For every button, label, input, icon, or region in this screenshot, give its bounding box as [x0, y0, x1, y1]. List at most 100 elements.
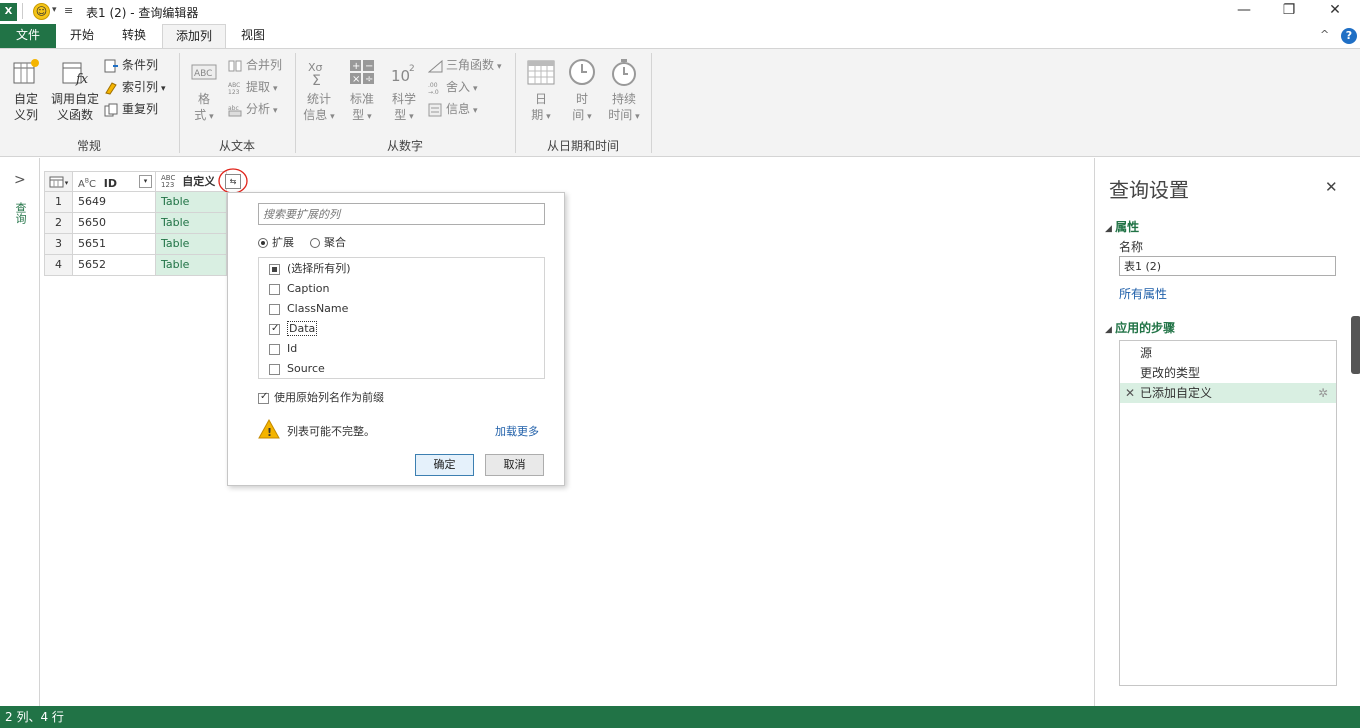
statistics-button[interactable]: Χσ Σ 统计 信息 ▾ [300, 57, 338, 125]
extract-button[interactable]: ABC 123 提取 ▾ [228, 77, 278, 97]
select-all-item[interactable]: (选择所有列) [269, 262, 351, 280]
expand-queries-icon[interactable]: > [14, 172, 26, 188]
row-number[interactable]: 2 [44, 213, 73, 234]
duration-label-1: 持续 [611, 92, 636, 106]
gear-icon[interactable]: ✲ [1318, 383, 1328, 403]
customize-qat-icon[interactable]: ≡ [64, 4, 73, 17]
parse-label: 分析 [246, 102, 271, 116]
time-button[interactable]: 时 间 ▾ [563, 57, 601, 125]
help-icon[interactable]: ? [1341, 28, 1357, 44]
properties-section-header[interactable]: ◢ 属性 [1105, 218, 1139, 235]
trigonometry-button[interactable]: 三角函数 ▾ [428, 55, 502, 75]
duplicate-column-icon [104, 103, 118, 116]
close-window-button[interactable]: ✕ [1320, 2, 1350, 18]
ribbon: 自定 义列 fx 调用自定 义函数 条件列 索引列 ▾ 重复列 常规 ABC 格 … [0, 48, 1360, 157]
cancel-button[interactable]: 取消 [485, 454, 544, 476]
svg-text:→.0: →.0 [428, 89, 439, 95]
calculator-icon: + −× ÷ [350, 60, 374, 85]
step-item-source[interactable]: 源 [1120, 343, 1336, 363]
cell-id[interactable]: 5651 [73, 234, 156, 255]
applied-steps-header-label: 应用的步骤 [1115, 321, 1176, 335]
parse-button[interactable]: abc 分析 ▾ [228, 99, 278, 119]
applied-steps-section-header[interactable]: ◢ 应用的步骤 [1105, 319, 1175, 336]
aggregate-radio-label: 聚合 [324, 236, 346, 249]
type-abc-icon: ABC [78, 178, 96, 191]
cell-table-link[interactable]: Table [156, 234, 227, 255]
date-button[interactable]: 日 期 ▾ [522, 57, 560, 125]
format-abc-icon: ABC [191, 64, 217, 80]
column-option-item[interactable]: Source [269, 362, 325, 380]
conditional-column-button[interactable]: 条件列 [104, 55, 158, 75]
rounding-button[interactable]: .00 →.0 舍入 ▾ [428, 77, 478, 97]
tab-file[interactable]: 文件 [0, 24, 56, 48]
divider [22, 3, 23, 19]
restore-button[interactable]: ❐ [1274, 2, 1304, 18]
cell-id[interactable]: 5650 [73, 213, 156, 234]
invoke-custom-function-button[interactable]: fx 调用自定 义函数 [48, 57, 102, 123]
column-option-item[interactable]: Caption [269, 282, 329, 300]
table-corner-menu[interactable]: ▾ [44, 171, 73, 192]
query-name-input[interactable] [1119, 256, 1336, 276]
group-label-from-text: 从文本 [218, 139, 255, 153]
applied-steps-list: 源 更改的类型 ✕ 已添加自定义 ✲ [1119, 340, 1337, 686]
duration-button[interactable]: 持续 时间 ▾ [604, 57, 644, 125]
row-number[interactable]: 1 [44, 192, 73, 213]
row-number[interactable]: 4 [44, 255, 73, 276]
collapse-ribbon-icon[interactable]: ^ [1320, 28, 1329, 41]
row-number[interactable]: 3 [44, 234, 73, 255]
column-option-item[interactable]: ClassName [269, 302, 348, 320]
svg-text:.00: .00 [428, 82, 438, 89]
chevron-down-icon[interactable]: ▾ [52, 5, 57, 15]
delete-step-icon[interactable]: ✕ [1125, 383, 1135, 403]
cell-table-link[interactable]: Table [156, 255, 227, 276]
cell-id[interactable]: 5649 [73, 192, 156, 213]
prefix-option[interactable]: ✓ 使用原始列名作为前缀 [258, 389, 384, 405]
filter-dropdown-icon[interactable]: ▾ [139, 175, 152, 188]
tab-home[interactable]: 开始 [58, 24, 106, 48]
tab-transform[interactable]: 转换 [110, 24, 158, 48]
queries-pane: > 查询 [0, 158, 40, 706]
scrollbar-thumb[interactable] [1351, 316, 1360, 374]
chevron-down-icon: ▾ [273, 106, 278, 116]
merge-columns-button[interactable]: 合并列 [228, 55, 282, 75]
minimize-button[interactable]: — [1229, 2, 1259, 18]
column-name-id: ID [103, 177, 118, 191]
duplicate-column-button[interactable]: 重复列 [104, 99, 158, 119]
svg-text:Σ: Σ [312, 73, 321, 87]
custom-column-button[interactable]: 自定 义列 [8, 57, 44, 123]
time-label-1: 时 [575, 92, 588, 106]
chevron-down-icon: ▾ [497, 62, 502, 72]
column-option-item[interactable]: ✓ Data [269, 321, 318, 340]
scientific-button[interactable]: 10 2 科学 型 ▾ [385, 57, 423, 125]
information-button[interactable]: 信息 ▾ [428, 99, 478, 119]
aggregate-radio[interactable]: 聚合 [310, 234, 346, 250]
standard-button[interactable]: + − × ÷ 标准 型 ▾ [343, 57, 381, 125]
all-properties-link[interactable]: 所有属性 [1119, 285, 1167, 302]
tab-add-column[interactable]: 添加列 [162, 24, 226, 49]
tab-view[interactable]: 视图 [230, 24, 276, 48]
cell-id[interactable]: 5652 [73, 255, 156, 276]
checkbox-checked-icon: ✓ [269, 322, 280, 335]
column-option-label: ClassName [287, 302, 349, 315]
column-header-id[interactable]: ABC ID ▾ [73, 171, 156, 192]
extract-abc123-icon: ABC123 [228, 82, 240, 95]
index-column-button[interactable]: 索引列 ▾ [104, 77, 166, 97]
expand-radio[interactable]: 扩展 [258, 234, 294, 250]
expand-column-popup: 扩展 聚合 (选择所有列) Caption ClassName ✓ Data Id Sou… [227, 192, 565, 486]
search-columns-input[interactable] [258, 203, 545, 225]
group-separator [651, 53, 652, 153]
column-option-item[interactable]: Id [269, 342, 297, 360]
cell-table-link[interactable]: Table [156, 192, 227, 213]
close-settings-button[interactable]: ✕ [1325, 178, 1338, 196]
checkbox-checked-icon: ✓ [258, 390, 269, 404]
format-button[interactable]: ABC 格 式 ▾ [186, 57, 222, 125]
step-item-changed-type[interactable]: 更改的类型 [1120, 363, 1336, 383]
load-more-link[interactable]: 加载更多 [495, 423, 539, 439]
cell-table-link[interactable]: Table [156, 213, 227, 234]
chevron-down-icon: ▾ [64, 179, 69, 187]
smiley-feedback-icon[interactable]: ☺ [33, 3, 50, 20]
step-item-added-custom[interactable]: ✕ 已添加自定义 ✲ [1120, 383, 1336, 403]
ok-button[interactable]: 确定 [415, 454, 474, 476]
partial-checkbox-icon [269, 263, 280, 275]
warning-icon: ! [258, 419, 280, 439]
